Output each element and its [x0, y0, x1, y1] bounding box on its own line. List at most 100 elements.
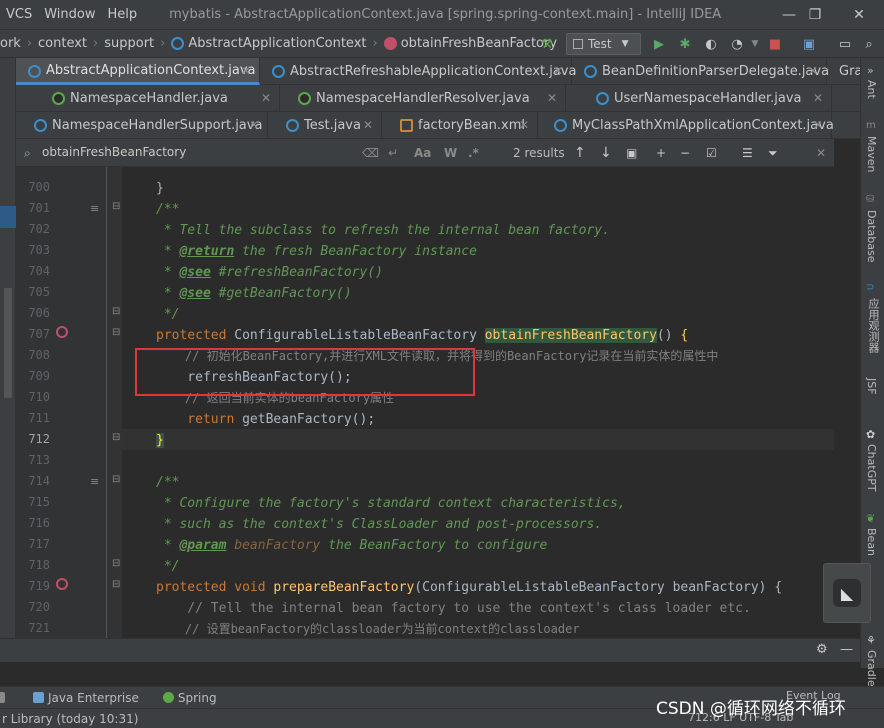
- tool-window-spring[interactable]: Spring: [162, 691, 217, 705]
- tab-namespace-handler[interactable]: NamespaceHandler.java ✕: [40, 85, 280, 112]
- menu-vcs[interactable]: VCS: [0, 7, 38, 22]
- tab-test[interactable]: Test.java ✕: [274, 112, 382, 139]
- search-everywhere-icon[interactable]: ⌕: [860, 35, 878, 53]
- whole-words-toggle[interactable]: W: [444, 145, 457, 161]
- tab-label: Grad: [839, 64, 860, 79]
- line-number: 711: [28, 411, 50, 425]
- tool-ant[interactable]: Ant: [865, 80, 878, 99]
- stop-icon[interactable]: ■: [766, 35, 784, 53]
- doc-render-icon[interactable]: ≡: [90, 475, 99, 488]
- run-config-dropdown[interactable]: Test ▼: [566, 33, 641, 55]
- fold-icon[interactable]: ⊟: [112, 201, 120, 212]
- tool-window-java-enterprise[interactable]: Java Enterprise: [33, 691, 139, 705]
- maven-icon: m: [866, 120, 876, 131]
- terminal-icon[interactable]: ▭: [836, 35, 854, 53]
- code-line-712: }: [156, 433, 164, 448]
- search-input[interactable]: [42, 145, 362, 159]
- code-editor[interactable]: 700 701 702 703 704 705 706 707 708 709 …: [16, 167, 834, 638]
- method-icon: [383, 37, 397, 50]
- override-marker-icon[interactable]: [56, 578, 68, 590]
- line-number: 719: [28, 579, 50, 593]
- gradle-icon: ⚘: [866, 634, 876, 647]
- remove-selection-icon[interactable]: −: [680, 145, 690, 161]
- close-icon[interactable]: ✕: [519, 118, 529, 132]
- chevron-right-icon: ›: [26, 36, 33, 51]
- fold-icon[interactable]: ⊟: [112, 432, 120, 443]
- close-icon[interactable]: ✕: [363, 118, 373, 132]
- tab-abstract-application-context[interactable]: AbstractApplicationContext.java ✕: [16, 58, 260, 85]
- fold-icon[interactable]: ⊟: [112, 579, 120, 590]
- tool-bean[interactable]: Bean: [865, 528, 878, 556]
- breadcrumb-support[interactable]: support: [104, 36, 154, 51]
- filter-icon[interactable]: ⏷: [768, 145, 778, 161]
- debug-icon[interactable]: ✱: [676, 35, 694, 53]
- line-number-current: 712: [28, 432, 50, 446]
- tool-chatgpt[interactable]: ChatGPT: [865, 444, 878, 492]
- tab-namespace-handler-support[interactable]: NamespaceHandlerSupport.java ✕: [22, 112, 268, 139]
- close-icon[interactable]: ✕: [813, 118, 823, 132]
- breadcrumb-context[interactable]: context: [38, 36, 87, 51]
- menu-help[interactable]: Help: [102, 7, 144, 22]
- collapse-icon[interactable]: »: [867, 64, 874, 77]
- left-scroll-thumb[interactable]: [4, 288, 12, 398]
- restore-button[interactable]: ❐: [792, 0, 838, 29]
- fold-icon[interactable]: ⊟: [112, 306, 120, 317]
- breadcrumb-class[interactable]: AbstractApplicationContext: [188, 36, 366, 51]
- close-icon[interactable]: ✕: [261, 91, 271, 105]
- close-icon[interactable]: ✕: [249, 118, 259, 132]
- close-icon[interactable]: ✕: [241, 64, 251, 78]
- close-icon[interactable]: ✕: [553, 64, 563, 78]
- tool-database[interactable]: Database: [865, 210, 878, 263]
- select-all-occurrences-icon[interactable]: ☑: [706, 145, 717, 161]
- code-line-719: protected void prepareBeanFactory(Config…: [156, 580, 783, 595]
- tab-namespace-handler-resolver[interactable]: NamespaceHandlerResolver.java ✕: [286, 85, 566, 112]
- previous-occurrence-icon[interactable]: ↑: [574, 145, 586, 161]
- tool-window-left-edge[interactable]: [0, 692, 9, 703]
- menu-window[interactable]: Window: [38, 7, 101, 22]
- tool-observer[interactable]: 应用观测器: [865, 298, 881, 353]
- breadcrumb-ork[interactable]: ork: [0, 36, 21, 51]
- fold-icon[interactable]: ⊟: [112, 558, 120, 569]
- tool-maven[interactable]: Maven: [865, 136, 878, 172]
- project-structure-icon[interactable]: ▣: [800, 35, 818, 53]
- build-hammer-icon[interactable]: ⚒: [538, 35, 556, 53]
- search-icon[interactable]: ⌕: [24, 145, 31, 161]
- clear-search-icon[interactable]: ⌫: [362, 145, 379, 161]
- close-button[interactable]: ✕: [836, 0, 882, 29]
- breadcrumb-method[interactable]: obtainFreshBeanFactory: [401, 36, 557, 51]
- match-case-toggle[interactable]: Aa: [414, 145, 431, 161]
- tab-label: BeanDefinitionParserDelegate.java: [602, 64, 830, 79]
- doc-render-icon[interactable]: ≡: [90, 202, 99, 215]
- add-selection-icon[interactable]: +: [656, 145, 666, 161]
- fold-icon[interactable]: ⊟: [112, 327, 120, 338]
- java-class-icon: [596, 92, 609, 105]
- close-icon[interactable]: ✕: [808, 64, 818, 78]
- settings-gear-icon[interactable]: ⚙: [816, 642, 828, 657]
- window-title: mybatis - AbstractApplicationContext.jav…: [169, 7, 722, 22]
- project-tool-tab[interactable]: [0, 206, 16, 228]
- tab-user-namespace-handler[interactable]: UserNamespaceHandler.java ✕: [584, 85, 832, 112]
- open-in-window-icon[interactable]: ▣: [626, 145, 637, 161]
- close-find-icon[interactable]: ✕: [816, 145, 826, 161]
- regex-toggle[interactable]: .*: [468, 145, 479, 161]
- tab-grad[interactable]: Grad: [827, 58, 860, 85]
- hide-panel-icon[interactable]: —: [840, 642, 853, 657]
- tab-abstract-refreshable-application-context[interactable]: AbstractRefreshableApplicationContext.ja…: [260, 58, 576, 85]
- profile-dropdown-icon[interactable]: ▼: [746, 35, 764, 53]
- close-icon[interactable]: ✕: [813, 91, 823, 105]
- tab-bean-definition-parser-delegate[interactable]: BeanDefinitionParserDelegate.java ✕: [572, 58, 830, 85]
- fold-icon[interactable]: ⊟: [112, 474, 120, 485]
- coverage-icon[interactable]: ◐: [702, 35, 720, 53]
- list-icon[interactable]: ☰: [742, 145, 753, 161]
- new-line-icon[interactable]: ↵: [388, 145, 398, 161]
- tab-my-class-path-xml-application-context[interactable]: MyClassPathXmlApplicationContext.java ✕: [542, 112, 834, 139]
- next-occurrence-icon[interactable]: ↓: [600, 145, 612, 161]
- close-icon[interactable]: ✕: [547, 91, 557, 105]
- floating-assistant-widget[interactable]: ◣: [823, 563, 871, 623]
- profile-icon[interactable]: ◔: [728, 35, 746, 53]
- tab-factory-bean-xml[interactable]: factoryBean.xml ✕: [388, 112, 538, 139]
- tool-gradle[interactable]: Gradle: [865, 650, 878, 687]
- override-marker-icon[interactable]: [56, 326, 68, 338]
- run-icon[interactable]: ▶: [650, 35, 668, 53]
- tool-jsf[interactable]: JSF: [865, 378, 878, 395]
